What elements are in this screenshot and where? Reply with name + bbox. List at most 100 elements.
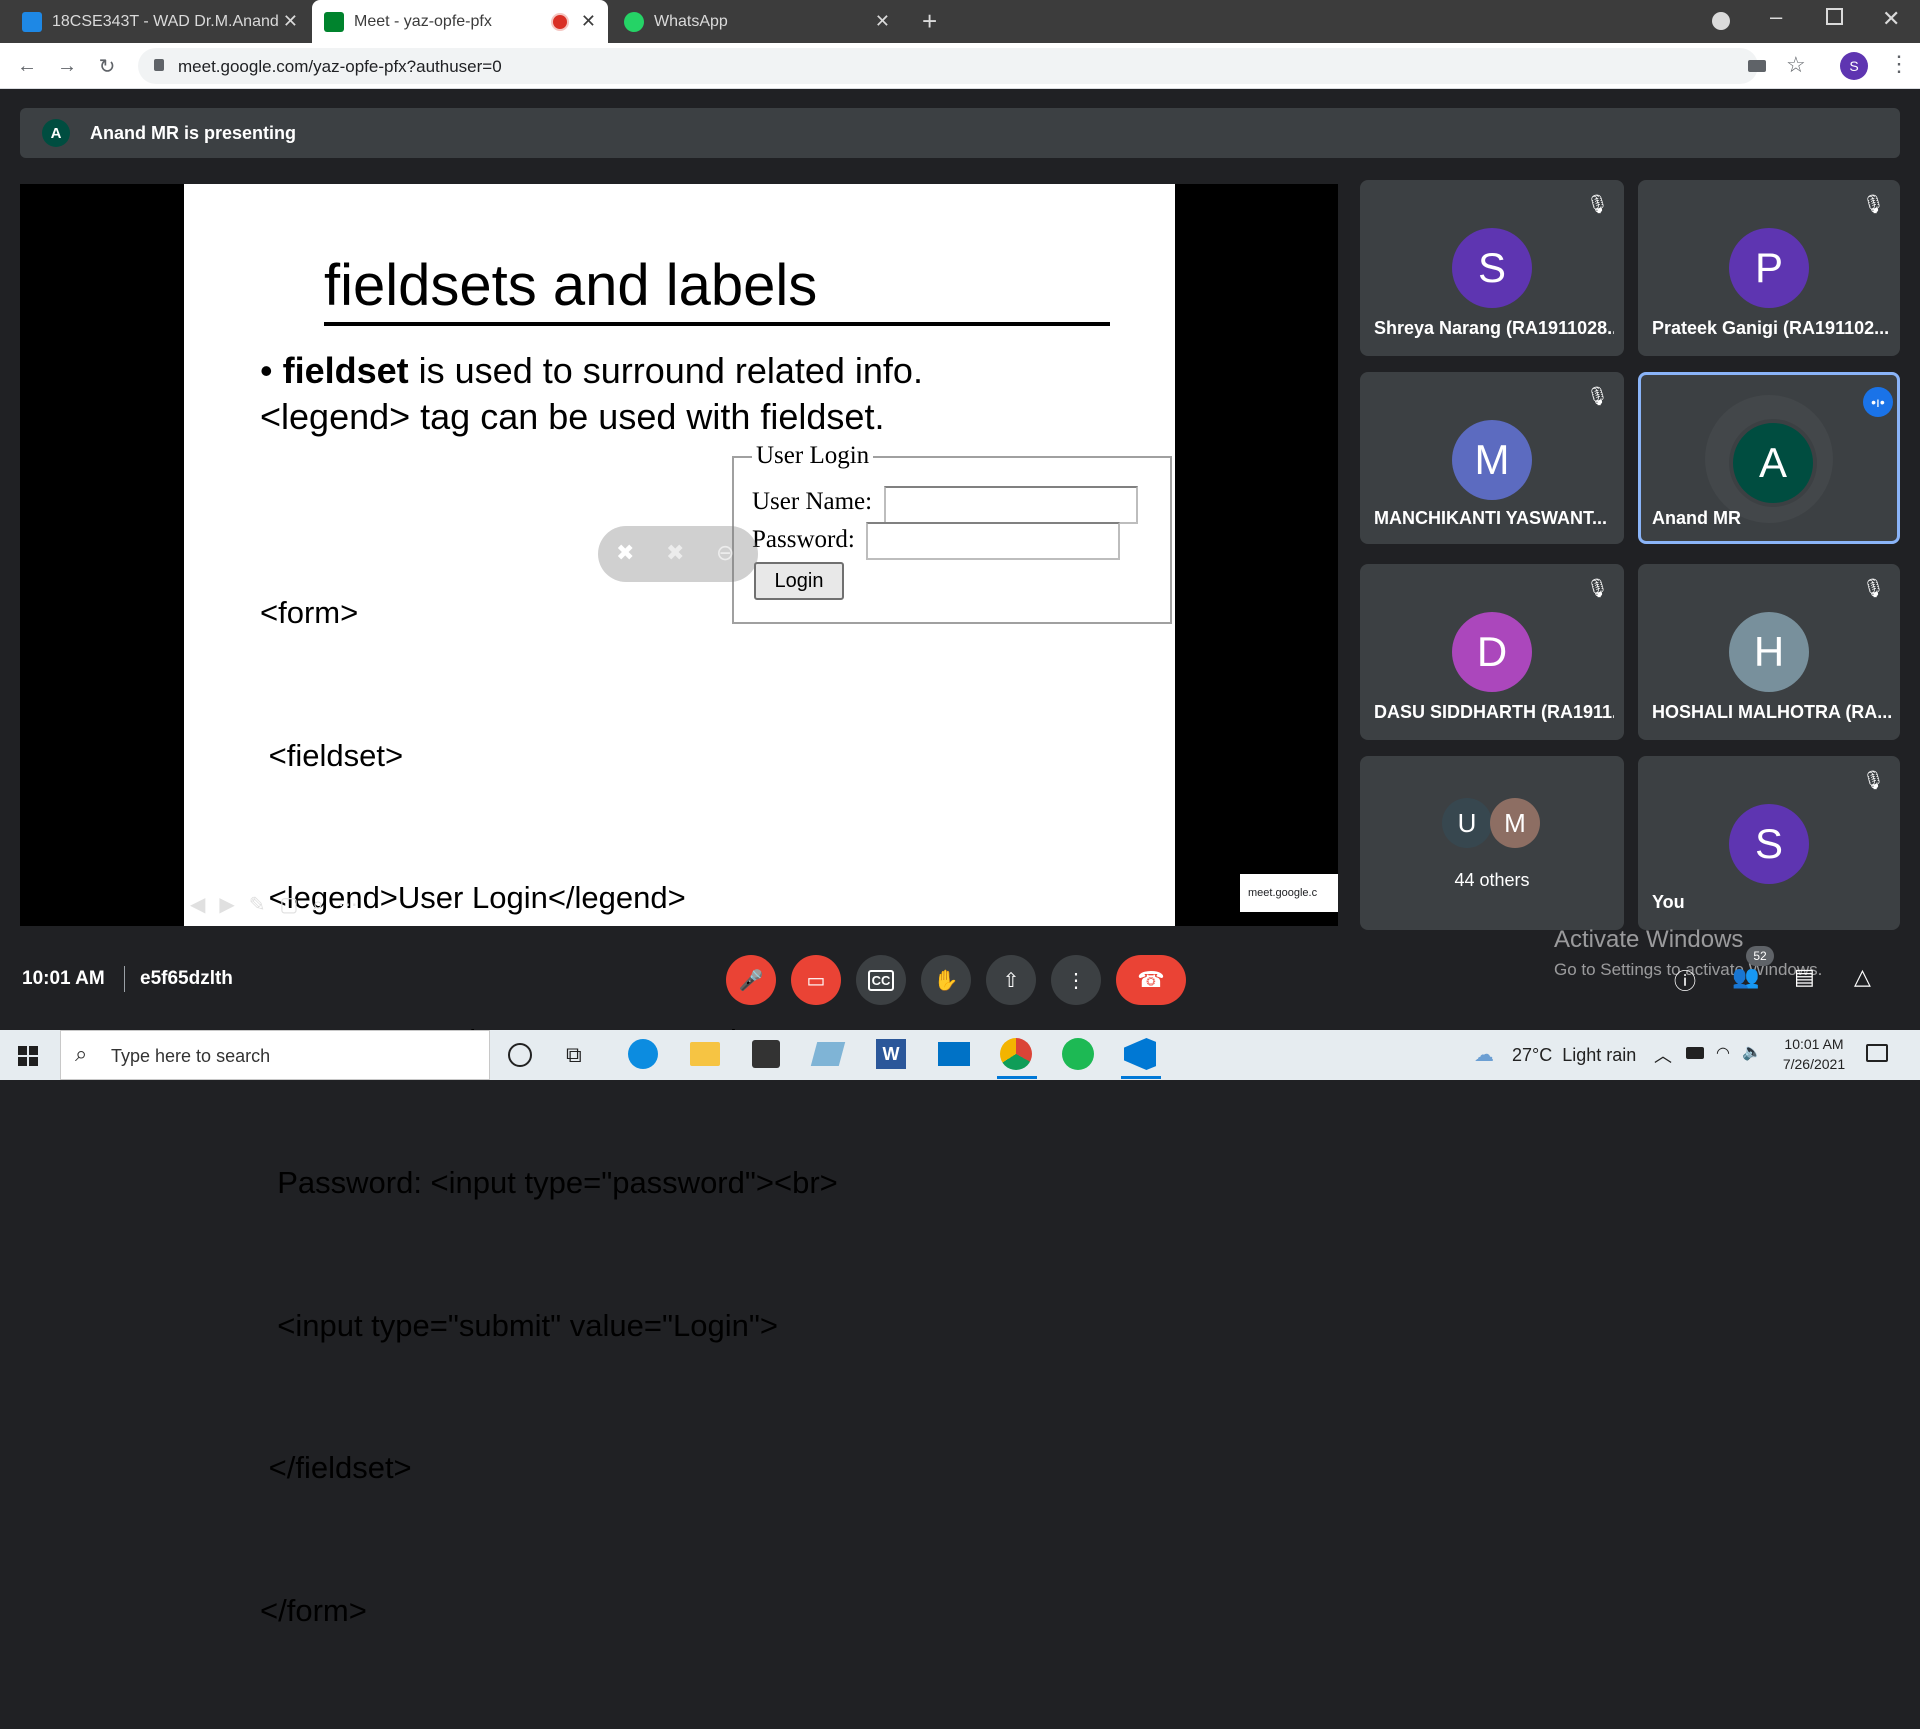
participant-tile[interactable]: 🎙 H HOSHALI MALHOTRA (RA...	[1638, 564, 1900, 740]
tab-whatsapp[interactable]: WhatsApp ✕	[612, 0, 902, 43]
back-icon[interactable]: ←	[14, 53, 40, 79]
minimize-button[interactable]: –	[1770, 4, 1782, 30]
wifi-icon[interactable]: ◠	[1716, 1043, 1730, 1063]
vscode-icon[interactable]	[1124, 1038, 1156, 1070]
code-line: <fieldset>	[260, 737, 404, 773]
tab-label: 18CSE343T - WAD Dr.M.Anand	[52, 12, 279, 30]
self-avatar: S	[1729, 804, 1809, 884]
meeting-info-icon[interactable]: ⓘ	[1674, 964, 1696, 996]
participant-name: Shreya Narang (RA1911028...	[1374, 318, 1614, 338]
meeting-code: e5f65dzlth	[140, 968, 233, 989]
file-explorer-icon[interactable]	[690, 1042, 720, 1066]
self-tile[interactable]: 🎙 S You	[1638, 756, 1900, 930]
participant-tile[interactable]: 🎙 P Prateek Ganigi (RA191102...	[1638, 180, 1900, 356]
profile-avatar[interactable]: S	[1840, 52, 1868, 80]
demo-legend: User Login	[752, 442, 874, 470]
recording-icon	[550, 12, 569, 31]
volume-icon[interactable]: 🔈	[1742, 1042, 1762, 1062]
participant-tile[interactable]: 🎙 M MANCHIKANTI YASWANT...	[1360, 372, 1624, 544]
more-options-button[interactable]: ⋮	[1051, 955, 1101, 1005]
close-icon[interactable]: ✕	[283, 11, 298, 32]
app-icon[interactable]	[810, 1042, 846, 1066]
pin-off-icon[interactable]: ✖	[616, 540, 634, 566]
reload-icon[interactable]: ↻	[94, 53, 120, 79]
tray-chevron-icon[interactable]: ︿	[1654, 1042, 1672, 1068]
mic-off-icon: 🎤	[738, 969, 764, 992]
windows-start-icon[interactable]	[18, 1046, 38, 1066]
chrome-icon[interactable]	[1000, 1038, 1032, 1070]
participant-tile-speaking[interactable]: •ı• A Anand MR	[1638, 372, 1900, 544]
browser-menu-icon[interactable]: ⋮	[1888, 51, 1910, 77]
participant-avatar: D	[1452, 612, 1532, 692]
word-icon[interactable]: W	[876, 1039, 906, 1069]
url-text[interactable]: meet.google.com/yaz-opfe-pfx?authuser=0	[178, 57, 502, 77]
camera-off-icon: ▭	[806, 969, 826, 992]
search-icon: ⌕	[75, 1041, 88, 1066]
battery-icon[interactable]	[1686, 1047, 1704, 1059]
new-tab-button[interactable]: +	[922, 6, 937, 37]
code-line: </fieldset>	[260, 1450, 412, 1485]
participant-avatar: M	[1452, 420, 1532, 500]
tab-meet[interactable]: Meet - yaz-opfe-pfx ✕	[312, 0, 608, 43]
code-line: <input type="submit" value="Login">	[260, 1307, 778, 1343]
tab-bar: 18CSE343T - WAD Dr.M.Anand ✕ Meet - yaz-…	[0, 0, 1920, 43]
active-app-indicator	[997, 1076, 1037, 1079]
clock-date[interactable]: 7/26/2021	[1776, 1056, 1852, 1072]
store-icon[interactable]	[752, 1040, 780, 1068]
edge-icon[interactable]	[628, 1039, 658, 1069]
tab-search-icon[interactable]	[1712, 12, 1730, 30]
bookmark-star-icon[interactable]: ☆	[1786, 52, 1806, 78]
classroom-icon	[22, 11, 42, 32]
end-call-icon: ☎	[1137, 967, 1165, 992]
weather-text[interactable]: 27°C Light rain	[1512, 1045, 1636, 1066]
captions-button[interactable]: CC	[856, 955, 906, 1005]
mic-off-icon: 🎙	[1586, 578, 1609, 598]
slide-title: fieldsets and labels	[324, 253, 818, 318]
cortana-icon[interactable]	[508, 1043, 532, 1067]
spotify-icon[interactable]	[1062, 1038, 1094, 1070]
participant-tile[interactable]: 🎙 S Shreya Narang (RA1911028...	[1360, 180, 1624, 356]
raise-hand-button[interactable]: ✋	[921, 955, 971, 1005]
slideshow-toolbar-icons[interactable]: ◀▶✎▢⌕⋯	[190, 892, 372, 917]
captions-icon: CC	[867, 969, 895, 991]
mic-off-icon: 🎙	[1586, 194, 1609, 214]
share-tooltip: meet.google.c	[1240, 874, 1338, 912]
taskbar-search-box[interactable]: ⌕ Type here to search	[60, 1030, 490, 1080]
camera-toggle-button[interactable]: ▭	[791, 955, 841, 1005]
others-tile[interactable]: U M 44 others	[1360, 756, 1624, 930]
title-underline	[324, 322, 1110, 326]
participant-tile[interactable]: 🎙 D DASU SIDDHARTH (RA1911...	[1360, 564, 1624, 740]
present-icon: ⇧	[1002, 969, 1020, 992]
remove-icon[interactable]: ⊖	[716, 540, 734, 566]
presentation-hover-controls: ✖ ✖ ⊖	[598, 526, 758, 582]
forward-icon[interactable]: →	[54, 53, 80, 79]
hand-icon: ✋	[933, 969, 959, 992]
notifications-icon[interactable]	[1866, 1044, 1888, 1062]
presenting-text: Anand MR is presenting	[90, 123, 297, 143]
clock-time[interactable]: 10:01 AM	[1776, 1036, 1852, 1052]
omnibox[interactable]: meet.google.com/yaz-opfe-pfx?authuser=0 …	[138, 48, 1806, 84]
activities-icon[interactable]: △	[1854, 964, 1871, 990]
volume-off-icon[interactable]: ✖	[666, 540, 684, 566]
mail-icon[interactable]	[938, 1042, 970, 1066]
participant-avatar: S	[1452, 228, 1532, 308]
close-icon[interactable]: ✕	[875, 11, 890, 32]
weather-icon[interactable]: ☁	[1474, 1042, 1494, 1067]
demo-password-input	[866, 522, 1120, 560]
people-icon[interactable]: 👥	[1732, 964, 1759, 990]
tab-classroom[interactable]: 18CSE343T - WAD Dr.M.Anand ✕	[10, 0, 310, 43]
self-name: You	[1652, 892, 1685, 912]
task-view-icon[interactable]: ⧉	[566, 1042, 582, 1068]
restore-button[interactable]	[1826, 8, 1843, 25]
meeting-time: 10:01 AM	[22, 968, 105, 989]
others-label: 44 others	[1454, 870, 1530, 890]
mic-toggle-button[interactable]: 🎤	[726, 955, 776, 1005]
leave-call-button[interactable]: ☎	[1116, 955, 1186, 1005]
close-icon[interactable]: ✕	[581, 11, 596, 32]
chat-icon[interactable]: ▤	[1794, 964, 1815, 990]
camera-icon[interactable]	[1748, 60, 1766, 72]
present-button[interactable]: ⇧	[986, 955, 1036, 1005]
slide-bullet-line2: <legend> tag can be used with fieldset.	[260, 396, 885, 437]
close-window-button[interactable]: ✕	[1882, 6, 1900, 32]
people-count-badge: 52	[1746, 946, 1774, 966]
